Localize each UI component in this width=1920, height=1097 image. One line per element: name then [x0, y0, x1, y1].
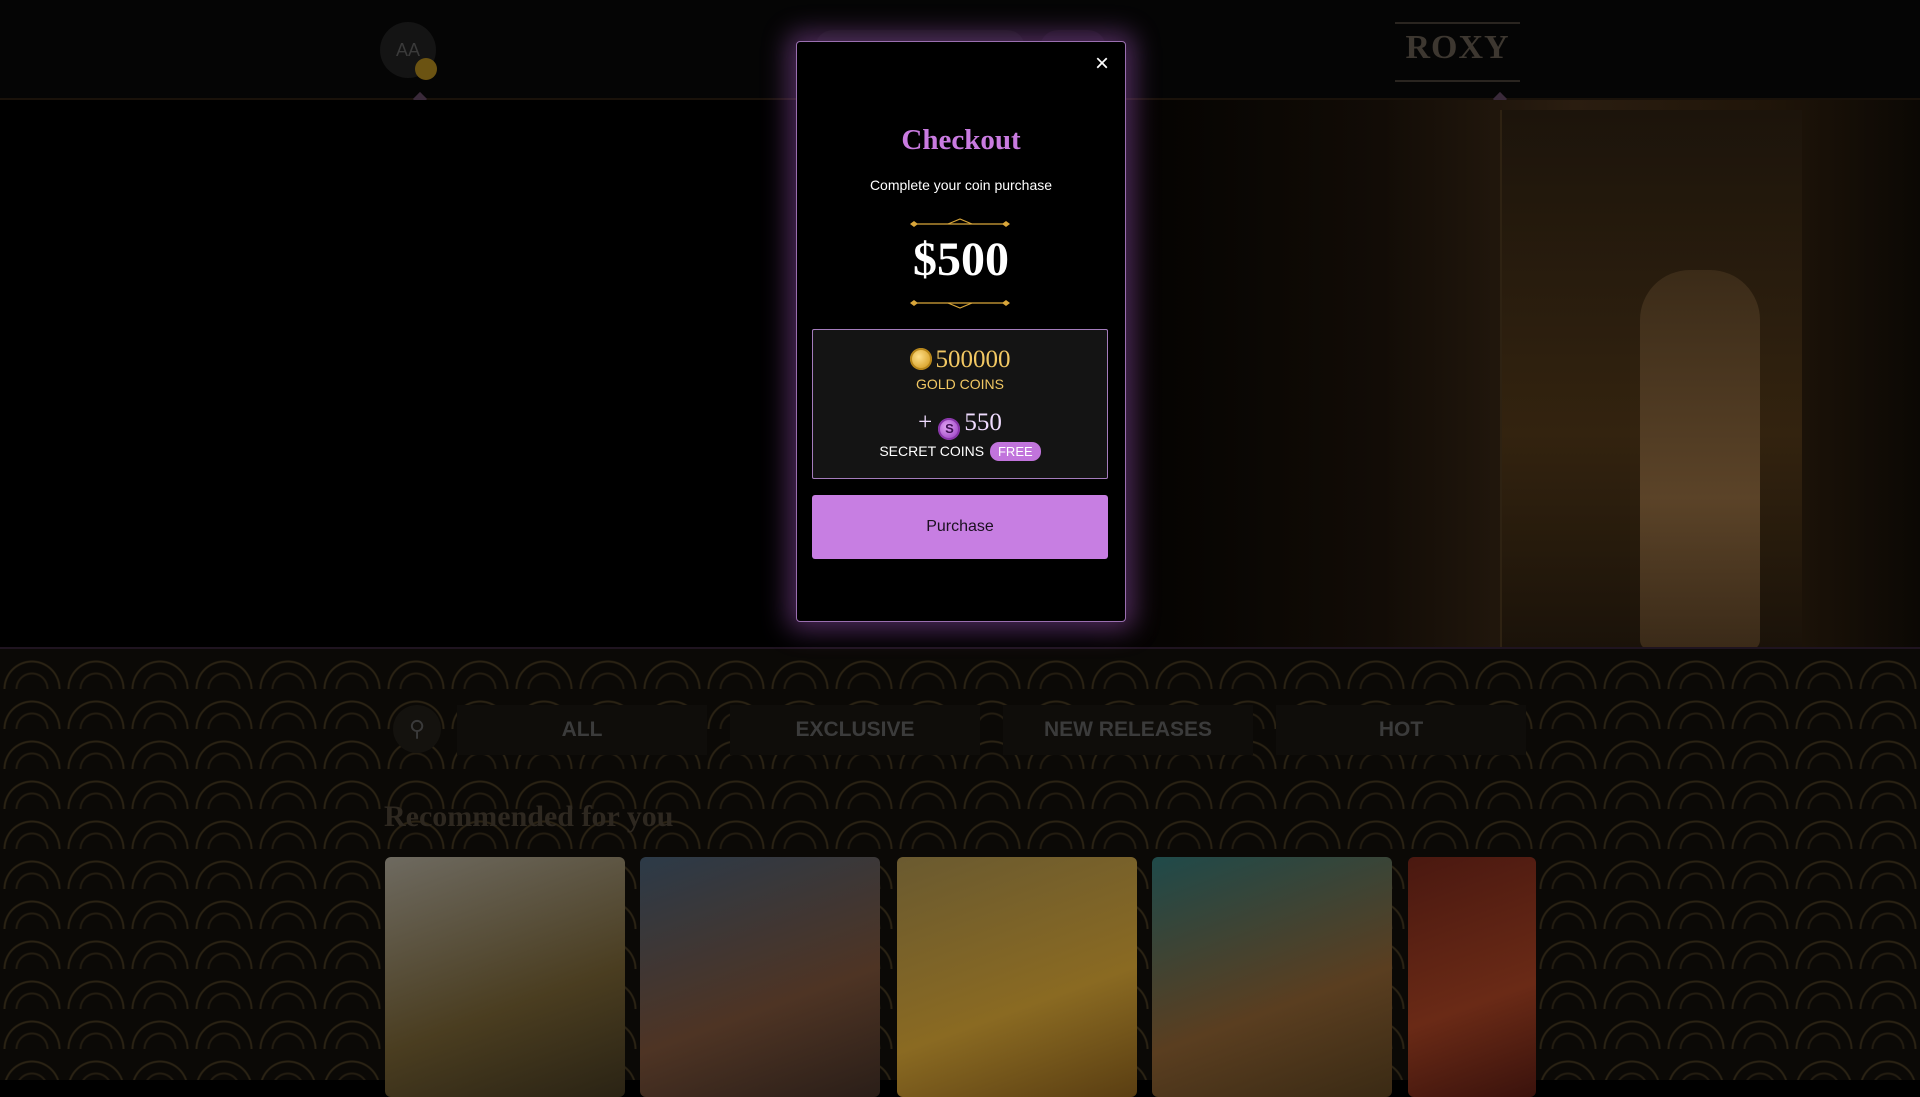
- search-icon[interactable]: ⚲: [393, 705, 441, 753]
- secret-coins-row: + S 550: [812, 408, 1108, 440]
- modal-title: Checkout: [901, 124, 1021, 156]
- close-icon[interactable]: ×: [1090, 52, 1114, 76]
- tab-new-releases[interactable]: NEW RELEASES: [1003, 705, 1253, 755]
- site-logo[interactable]: ROXY: [1395, 22, 1520, 82]
- gold-coins-label: GOLD COINS: [916, 376, 1004, 392]
- purchase-button[interactable]: Purchase: [812, 495, 1108, 559]
- tab-all[interactable]: ALL: [457, 705, 707, 755]
- gold-coin-icon: [909, 348, 932, 370]
- ornament-top: [910, 218, 1010, 227]
- gold-coins-row: 500000: [812, 345, 1108, 375]
- secret-coins-amount: 550: [964, 409, 1002, 436]
- tab-exclusive[interactable]: EXCLUSIVE: [730, 705, 980, 755]
- game-card[interactable]: [897, 857, 1137, 1097]
- game-card[interactable]: [385, 857, 625, 1097]
- gold-coins-amount: 500000: [935, 346, 1011, 373]
- avatar-coin-badge: [415, 58, 437, 80]
- modal-subtitle: Complete your coin purchase: [869, 177, 1053, 193]
- price-amount: $500: [913, 233, 1009, 286]
- game-card[interactable]: [1152, 857, 1392, 1097]
- secret-coins-label: SECRET COINS: [879, 443, 985, 459]
- tab-hot[interactable]: HOT: [1276, 705, 1526, 755]
- game-card[interactable]: [640, 857, 880, 1097]
- secret-coins-label-row: SECRET COINS FREE: [812, 441, 1108, 461]
- game-card[interactable]: [1408, 857, 1536, 1097]
- secret-coin-icon: S: [938, 418, 961, 440]
- ornament-bottom: [910, 300, 1010, 309]
- hero-figure-art: [1640, 270, 1760, 647]
- plus-sign: +: [918, 409, 933, 436]
- free-badge: FREE: [989, 442, 1041, 461]
- section-title: Recommended for you: [384, 800, 674, 833]
